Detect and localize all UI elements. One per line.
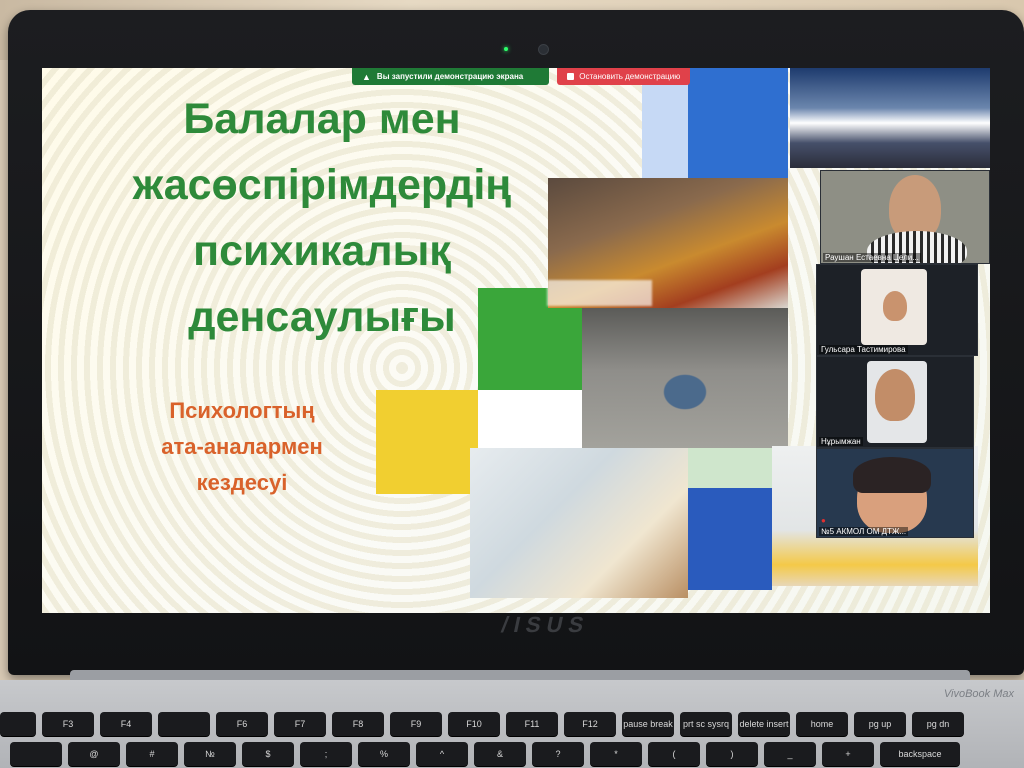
webcam-led-icon: [504, 47, 508, 51]
participant-hair: [853, 457, 931, 493]
slide-subtitle: Психологтың ата-аналармен кездесуі: [161, 398, 323, 495]
keyboard-key[interactable]: home: [796, 712, 848, 736]
participant-face: [883, 291, 907, 321]
participant-name: Раушан Естаевна Цели...: [823, 253, 921, 262]
participant-tile-3[interactable]: Нұрымжан: [816, 356, 974, 448]
participant-name: №5 АКМОЛ ОМ ДТЖ...: [819, 527, 909, 536]
webcam-icon: [538, 44, 549, 55]
keyboard-key[interactable]: %: [358, 742, 410, 766]
keyboard-key[interactable]: F3: [42, 712, 94, 736]
keyboard-key[interactable]: F8: [332, 712, 384, 736]
stop-icon: [567, 73, 575, 80]
keyboard-key[interactable]: F6: [216, 712, 268, 736]
keyboard-key[interactable]: +: [822, 742, 874, 766]
keyboard-key[interactable]: [10, 742, 62, 766]
keyboard-key[interactable]: ): [706, 742, 758, 766]
keyboard-key[interactable]: F4: [100, 712, 152, 736]
stop-share-button[interactable]: Остановить демонстрацию: [557, 68, 691, 85]
photo-classroom: [470, 448, 688, 598]
participant-panel: Раушан Естаевна Цели... Гульсара Тастими…: [790, 68, 990, 613]
participant-tile-4[interactable]: ● №5 АКМОЛ ОМ ДТЖ...: [816, 448, 974, 538]
keyboard-key[interactable]: pg dn: [912, 712, 964, 736]
keyboard-key[interactable]: F9: [390, 712, 442, 736]
tile-yellow: [376, 390, 478, 494]
keyboard-key[interactable]: &: [474, 742, 526, 766]
keyboard-key[interactable]: $: [242, 742, 294, 766]
keyboard-key[interactable]: backspace: [880, 742, 960, 766]
keyboard-key[interactable]: prt sc sysrq: [680, 712, 732, 736]
laptop-model-label: VivoBook Max: [943, 688, 1014, 700]
keyboard-key[interactable]: ;: [300, 742, 352, 766]
keyboard-key[interactable]: delete insert: [738, 712, 790, 736]
slide-title: Балалар мен жасөспірімдердің психикалық …: [132, 95, 512, 341]
share-shield-icon: ▲: [362, 71, 371, 82]
participant-tile-1[interactable]: Раушан Естаевна Цели...: [820, 170, 990, 264]
screen-share-bar: ▲ Вы запустили демонстрацию экрана Остан…: [352, 68, 691, 85]
blurred-caption: [547, 280, 652, 306]
keyboard-key[interactable]: ^: [416, 742, 468, 766]
tile-white: [478, 390, 582, 448]
keyboard-row-function: F3 F4 F6 F7 F8 F9 F10 F11 F12 pause break prt sc s…: [0, 712, 964, 738]
keyboard-key[interactable]: _: [764, 742, 816, 766]
keyboard-key[interactable]: F11: [506, 712, 558, 736]
participant-tile-2[interactable]: Гульсара Тастимирова: [816, 264, 978, 356]
keyboard-key[interactable]: pg up: [854, 712, 906, 736]
keyboard-key[interactable]: @: [68, 742, 120, 766]
participant-name: Гульсара Тастимирова: [819, 345, 908, 354]
tile-blue-bottom: [688, 488, 772, 590]
keyboard-key[interactable]: F10: [448, 712, 500, 736]
keyboard-key[interactable]: ?: [532, 742, 584, 766]
keyboard-key[interactable]: F7: [274, 712, 326, 736]
keyboard-key[interactable]: [0, 712, 36, 736]
keyboard-row-numbers: @ # № $;% ^ &? *() _ + backspace: [10, 742, 960, 768]
laptop-brand-logo: /ISUS: [499, 612, 593, 637]
photo-boy-sitting: [582, 308, 788, 448]
share-status-text: Вы запустили демонстрацию экрана: [376, 72, 524, 81]
participant-name: Нұрымжан: [819, 437, 863, 446]
keyboard-key[interactable]: #: [126, 742, 178, 766]
keyboard-key[interactable]: [158, 712, 210, 736]
keyboard-key[interactable]: №: [184, 742, 236, 766]
participant-painting-tile: [790, 68, 990, 168]
laptop-screen: Балалар мен жасөспірімдердің психикалық …: [42, 68, 990, 613]
muted-mic-icon: ●: [821, 516, 826, 525]
tile-green-bottom: [688, 448, 772, 488]
participant-face: [875, 369, 915, 421]
stop-share-label: Остановить демонстрацию: [579, 72, 681, 81]
share-status-badge: ▲ Вы запустили демонстрацию экрана: [352, 68, 550, 85]
keyboard-key[interactable]: pause break: [622, 712, 674, 736]
tile-blue-top: [688, 68, 788, 178]
keyboard-key[interactable]: *: [590, 742, 642, 766]
keyboard-key[interactable]: F12: [564, 712, 616, 736]
keyboard-key[interactable]: (: [648, 742, 700, 766]
